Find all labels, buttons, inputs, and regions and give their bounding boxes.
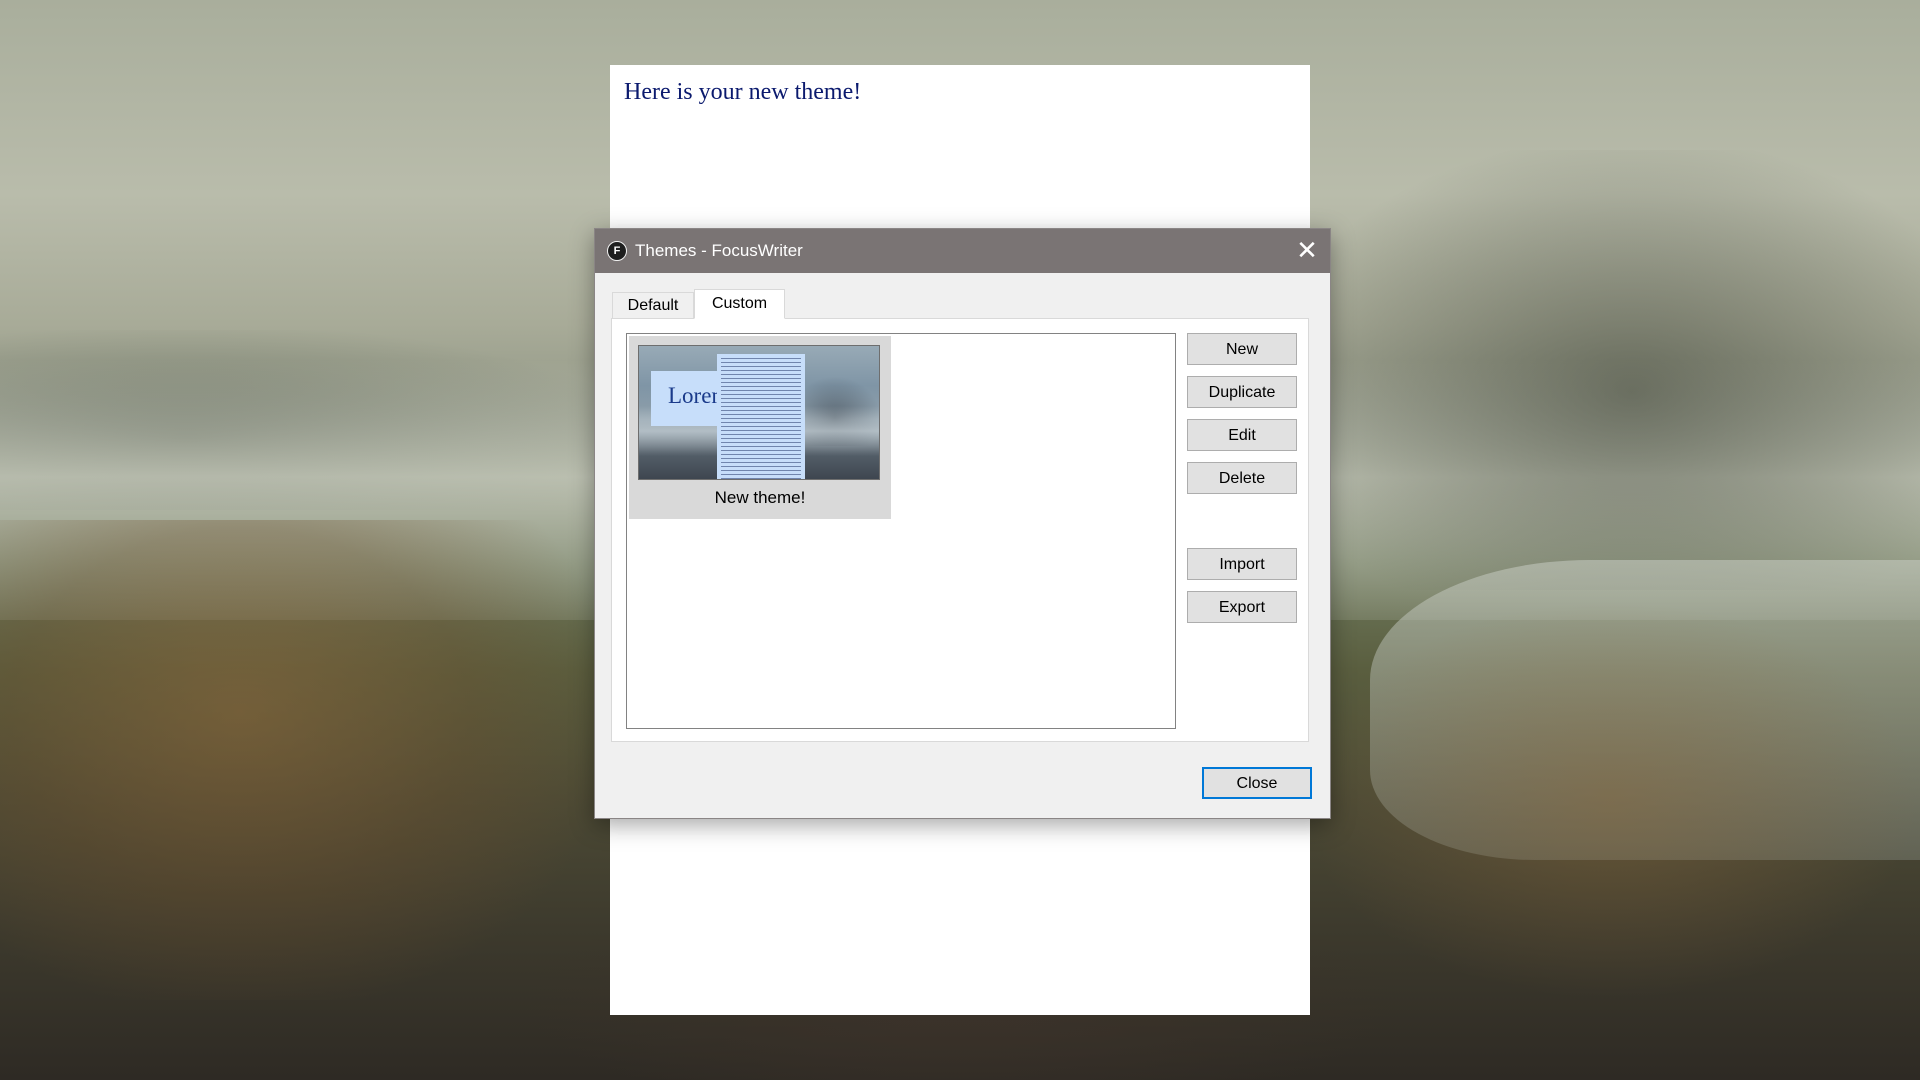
theme-item[interactable]: Lorem ipsum New theme! (629, 336, 891, 519)
focuswriter-app-icon: F (607, 241, 627, 261)
dialog-title: Themes - FocusWriter (635, 241, 803, 260)
background-trees-right (1280, 150, 1920, 590)
tab-default[interactable]: Default (612, 292, 694, 318)
duplicate-button[interactable]: Duplicate (1187, 376, 1297, 408)
background-reeds-left (0, 520, 600, 1000)
close-button[interactable]: Close (1202, 767, 1312, 799)
custom-tab-panel: Lorem ipsum New theme! New Duplicate Edi… (611, 318, 1309, 742)
theme-name: New theme! (714, 488, 806, 507)
theme-list[interactable]: Lorem ipsum New theme! (626, 333, 1176, 729)
background-water (1370, 560, 1920, 860)
themes-dialog: F Themes - FocusWriter ✕ Default Custom … (594, 228, 1331, 819)
thumbnail-text-box: Lorem ipsum (651, 371, 721, 426)
background-reeds-right (1300, 600, 1920, 1000)
editor-text[interactable]: Here is your new theme! (624, 79, 861, 106)
tab-custom[interactable]: Custom (694, 289, 785, 319)
export-button[interactable]: Export (1187, 591, 1297, 623)
theme-preview-thumbnail: Lorem ipsum (638, 345, 880, 480)
edit-button[interactable]: Edit (1187, 419, 1297, 451)
new-button[interactable]: New (1187, 333, 1297, 365)
thumbnail-page (717, 354, 805, 479)
dialog-titlebar[interactable]: F Themes - FocusWriter ✕ (595, 229, 1330, 273)
thumbnail-preview-text: Lorem ipsum (668, 383, 721, 408)
import-button[interactable]: Import (1187, 548, 1297, 580)
delete-button[interactable]: Delete (1187, 462, 1297, 494)
background-trees-left (0, 330, 620, 510)
close-icon[interactable]: ✕ (1284, 229, 1330, 273)
